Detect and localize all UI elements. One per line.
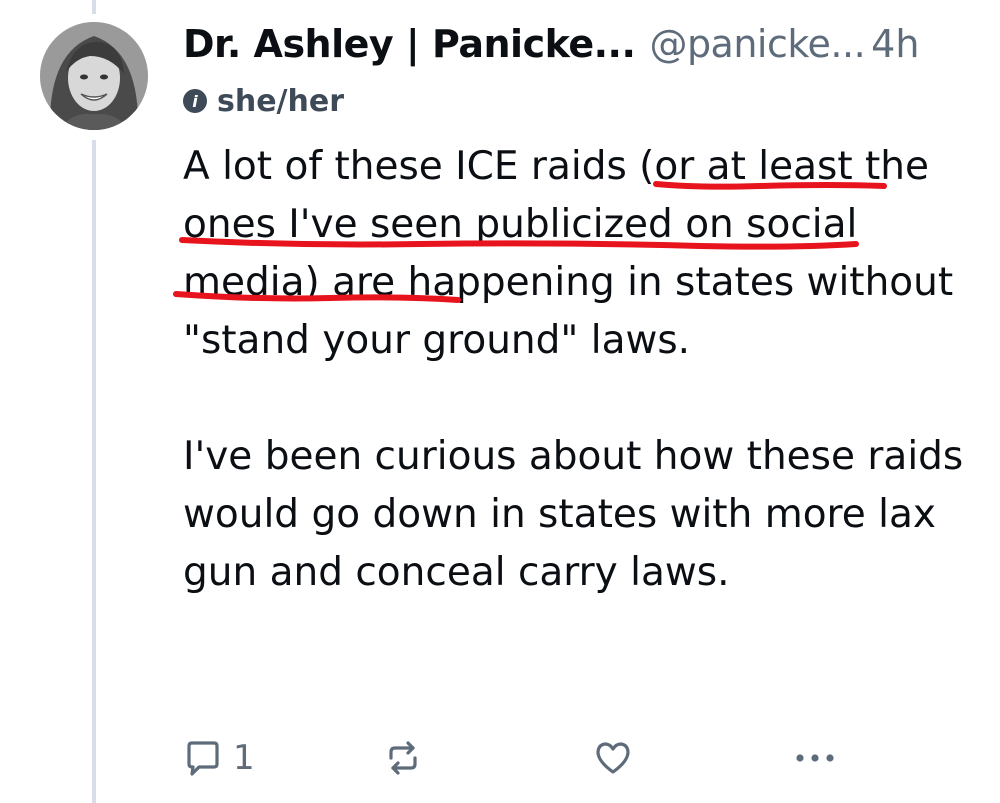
post-body: A lot of these ICE raids (or at least th…	[183, 138, 973, 602]
repost-button[interactable]	[383, 738, 593, 778]
thread-line	[92, 0, 96, 14]
post-card[interactable]: Dr. Ashley | Panicke... @panicke... 4h i…	[0, 0, 1000, 803]
ellipsis-icon	[796, 754, 834, 762]
avatar-photo	[40, 22, 148, 130]
reply-count: 1	[233, 738, 255, 778]
post-header: Dr. Ashley | Panicke... @panicke... 4h	[183, 22, 970, 72]
heart-icon	[596, 742, 630, 774]
avatar[interactable]	[40, 22, 148, 130]
info-icon: i	[183, 89, 207, 113]
pronouns-row: i she/her	[183, 83, 344, 119]
like-button[interactable]	[593, 738, 793, 778]
post-actions: 1	[183, 734, 840, 782]
reply-button[interactable]: 1	[183, 738, 383, 778]
author-display-name[interactable]: Dr. Ashley | Panicke...	[183, 22, 636, 66]
post-paragraph: A lot of these ICE raids (or at least th…	[183, 144, 954, 363]
comment-icon	[187, 741, 219, 776]
post-timestamp[interactable]: 4h	[871, 22, 919, 66]
more-options-button[interactable]	[793, 748, 837, 768]
post-paragraph: I've been curious about how these raids …	[183, 434, 964, 595]
author-pronouns: she/her	[217, 83, 345, 119]
thread-line	[92, 140, 96, 803]
author-handle[interactable]: @panicke...	[649, 22, 865, 66]
repost-icon	[389, 741, 417, 775]
